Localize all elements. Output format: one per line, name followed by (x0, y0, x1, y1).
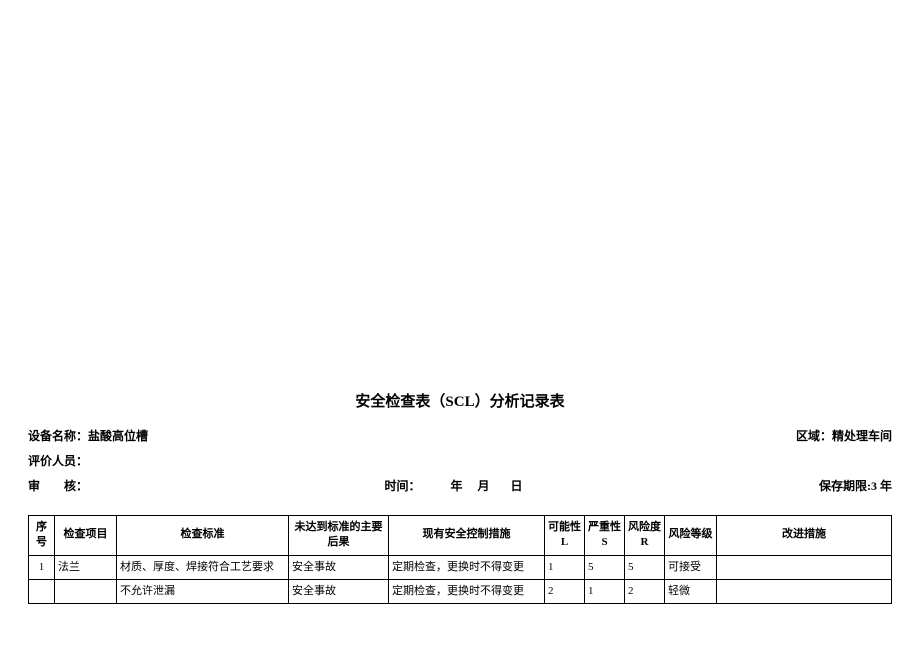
cell-measure: 定期检查，更换时不得变更 (389, 579, 545, 603)
info-line-2: 评价人员： (28, 452, 892, 471)
evaluator-label: 评价人员： (28, 452, 88, 471)
cell-measure: 定期检查，更换时不得变更 (389, 555, 545, 579)
device-name-value: 盐酸高位槽 (88, 429, 148, 443)
cell-consequence: 安全事故 (289, 579, 389, 603)
table-row: 1 法兰 材质、厚度、焊接符合工艺要求 安全事故 定期检查，更换时不得变更 1 … (29, 555, 892, 579)
retention-value: 3 年 (871, 479, 892, 493)
cell-level: 可接受 (665, 555, 717, 579)
time-field: 时间： 年 月 日 (384, 477, 522, 496)
cell-l: 2 (545, 579, 585, 603)
table-row: 不允许泄漏 安全事故 定期检查，更换时不得变更 2 1 2 轻微 (29, 579, 892, 603)
header-seq: 序号 (29, 515, 55, 555)
cell-standard: 材质、厚度、焊接符合工艺要求 (117, 555, 289, 579)
cell-standard: 不允许泄漏 (117, 579, 289, 603)
table-header-row: 序号 检查项目 检查标准 未达到标准的主要后果 现有安全控制措施 可能性 L 严… (29, 515, 892, 555)
document-title: 安全检查表（SCL）分析记录表 (28, 390, 892, 411)
reviewer-label: 审 核： (28, 477, 88, 496)
info-line-1: 设备名称：盐酸高位槽 区域：精处理车间 (28, 427, 892, 446)
cell-consequence: 安全事故 (289, 555, 389, 579)
header-standard: 检查标准 (117, 515, 289, 555)
device-name-label: 设备名称： (28, 429, 88, 443)
cell-seq: 1 (29, 555, 55, 579)
area-value: 精处理车间 (832, 429, 892, 443)
cell-l: 1 (545, 555, 585, 579)
cell-improve (717, 555, 892, 579)
cell-item (55, 579, 117, 603)
area: 区域：精处理车间 (796, 427, 892, 446)
time-label: 时间： (384, 479, 420, 493)
cell-improve (717, 579, 892, 603)
cell-s: 1 (585, 579, 625, 603)
time-day: 日 (511, 479, 523, 493)
cell-item: 法兰 (55, 555, 117, 579)
info-line-3: 审 核： 时间： 年 月 日 保存期限:3 年 (28, 477, 892, 496)
time-year: 年 (450, 479, 462, 493)
area-label: 区域： (796, 429, 832, 443)
cell-seq (29, 579, 55, 603)
device-name: 设备名称：盐酸高位槽 (28, 427, 148, 446)
header-improve: 改进措施 (717, 515, 892, 555)
header-l: 可能性 L (545, 515, 585, 555)
cell-r: 5 (625, 555, 665, 579)
header-item: 检查项目 (55, 515, 117, 555)
scl-table: 序号 检查项目 检查标准 未达到标准的主要后果 现有安全控制措施 可能性 L 严… (28, 515, 892, 605)
cell-s: 5 (585, 555, 625, 579)
header-level: 风险等级 (665, 515, 717, 555)
header-r: 风险度 R (625, 515, 665, 555)
cell-r: 2 (625, 579, 665, 603)
time-month: 月 (478, 479, 490, 493)
retention: 保存期限:3 年 (819, 477, 892, 496)
retention-label: 保存期限: (819, 479, 871, 493)
header-measure: 现有安全控制措施 (389, 515, 545, 555)
header-s: 严重性 S (585, 515, 625, 555)
cell-level: 轻微 (665, 579, 717, 603)
header-consequence: 未达到标准的主要后果 (289, 515, 389, 555)
